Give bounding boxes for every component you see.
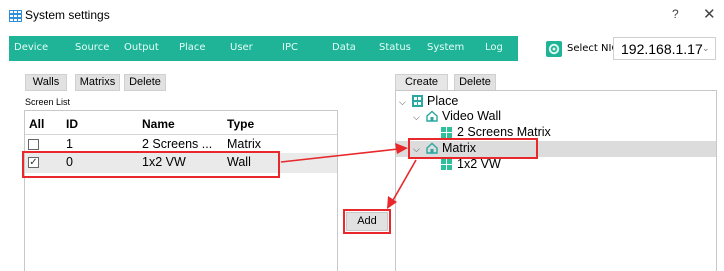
tree-label: 1x2 VW <box>457 157 501 171</box>
tab-ipc[interactable]: IPC <box>282 42 298 53</box>
tab-place[interactable]: Place <box>179 42 206 53</box>
tab-data[interactable]: Data <box>332 42 356 53</box>
screen-grid-icon <box>441 159 452 170</box>
walls-button[interactable]: Walls <box>25 74 67 91</box>
title-bar: System settings ? ✕ <box>0 0 724 32</box>
create-place-button[interactable]: Create Place <box>395 74 448 103</box>
home-icon <box>426 110 438 122</box>
row-id: 1 <box>66 137 73 151</box>
close-button[interactable]: ✕ <box>703 5 716 23</box>
tab-log[interactable]: Log <box>485 42 503 53</box>
screen-list-label: Screen List <box>25 97 71 107</box>
row-type: Matrix <box>227 137 262 151</box>
tab-device[interactable]: Device <box>14 42 48 53</box>
tab-output[interactable]: Output <box>124 42 159 53</box>
tab-system[interactable]: System <box>427 42 464 53</box>
nic-dropdown[interactable]: 192.168.1.17 ⌄ <box>613 37 716 60</box>
column-type[interactable]: Type <box>227 117 254 131</box>
tab-status[interactable]: Status <box>379 42 411 53</box>
grid-icon <box>9 10 22 22</box>
matrixs-button[interactable]: Matrixs <box>75 74 120 91</box>
header-divider <box>25 134 337 135</box>
delete-screen-button[interactable]: Delete <box>124 74 166 91</box>
select-nic-label: Select NIC <box>567 43 619 54</box>
column-all[interactable]: All <box>29 117 44 131</box>
row-name: 2 Screens ... <box>142 137 213 151</box>
annotation-matrix-highlight <box>408 138 538 159</box>
chevron-down-icon[interactable]: ⌵ <box>399 97 406 108</box>
annotation-row-highlight <box>22 151 280 178</box>
tree-label: Place <box>427 94 459 108</box>
help-button[interactable]: ? <box>672 7 679 21</box>
chevron-down-icon[interactable]: ⌵ <box>413 112 420 123</box>
tree-label: Video Wall <box>442 109 502 123</box>
annotation-add-highlight <box>343 209 391 234</box>
gear-icon[interactable] <box>546 41 562 57</box>
tab-source[interactable]: Source <box>75 42 109 53</box>
nic-value: 192.168.1.17 <box>621 41 703 57</box>
screen-grid-icon <box>412 95 423 107</box>
chevron-down-icon: ⌄ <box>702 43 710 53</box>
main-nav: Device Source Output Place User IPC Data… <box>9 36 518 61</box>
tab-user[interactable]: User <box>230 42 253 53</box>
tree-label: 2 Screens Matrix <box>457 125 551 139</box>
delete-place-button[interactable]: Delete <box>454 74 496 91</box>
window-title: System settings <box>25 8 110 22</box>
column-id[interactable]: ID <box>66 117 78 131</box>
column-name[interactable]: Name <box>142 117 175 131</box>
row-checkbox[interactable] <box>28 139 39 150</box>
